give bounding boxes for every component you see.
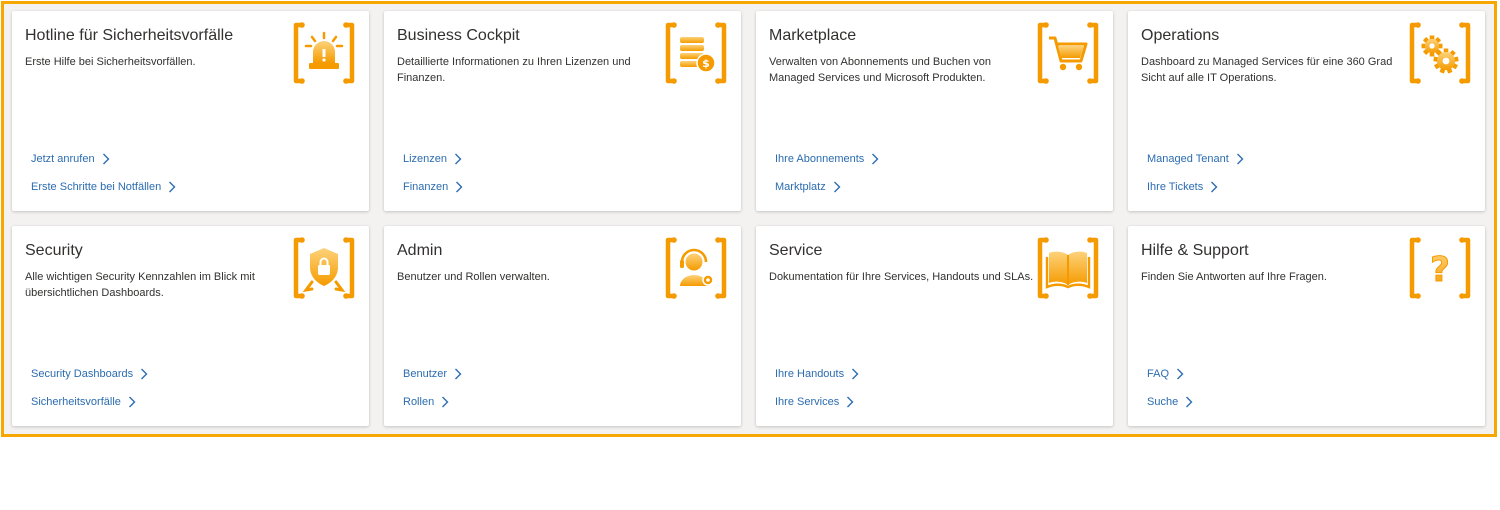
chevron-right-icon [140,368,148,380]
card-link[interactable]: Sicherheitsvorfälle [31,392,148,412]
shopping-cart-icon [1036,21,1100,85]
card-links: Security Dashboards Sicherheitsvorfälle [31,364,148,420]
chevron-right-icon [1185,396,1193,408]
card-link[interactable]: Jetzt anrufen [31,149,176,169]
card-title: Security [25,242,83,259]
card-link-label: Ihre Services [775,396,840,408]
svg-text:$: $ [702,57,710,70]
card-grid: Hotline für Sicherheitsvorfälle Erste Hil… [12,11,1485,426]
card-description: Detaillierte Informationen zu Ihren Lize… [397,56,631,84]
card-link[interactable]: Rollen [403,392,462,412]
chevron-right-icon [833,181,841,193]
card-title: Marketplace [769,27,857,44]
chevron-right-icon [1176,368,1184,380]
card-link[interactable]: Managed Tenant [1147,149,1244,169]
card-description: Verwalten von Abonnements und Buchen von… [769,56,991,84]
card-link-label: Lizenzen [403,153,448,165]
chevron-right-icon [454,153,462,165]
card-description: Dashboard zu Managed Services für eine 3… [1141,56,1393,84]
chevron-right-icon [168,181,176,193]
shield-lock-icon [292,236,356,300]
card-links: Ihre Abonnements Marktplatz [775,149,879,205]
open-book-icon [1036,236,1100,300]
card-hotline-für-sicherheitsvorfälle: Hotline für Sicherheitsvorfälle Erste Hil… [12,11,369,211]
card-operations: Operations Dashboard zu Managed Services … [1128,11,1485,211]
card-title: Admin [397,242,443,259]
question-mark-icon: ? [1408,236,1472,300]
chevron-right-icon [455,181,463,193]
card-link[interactable]: FAQ [1147,364,1193,384]
chevron-right-icon [1236,153,1244,165]
card-link[interactable]: Ihre Handouts [775,364,859,384]
coins-icon: $ [664,21,728,85]
chevron-right-icon [851,368,859,380]
card-link-label: Ihre Abonnements [775,153,865,165]
svg-text:?: ? [1430,250,1450,290]
dashboard-frame: Hotline für Sicherheitsvorfälle Erste Hil… [1,1,1497,437]
card-link-label: Ihre Tickets [1147,181,1204,193]
card-title: Hilfe & Support [1141,242,1249,259]
alarm-siren-icon [292,21,356,85]
card-description: Erste Hilfe bei Sicherheitsvorfällen. [25,56,196,68]
card-link-label: FAQ [1147,368,1170,380]
card-title: Service [769,242,823,259]
chevron-right-icon [441,396,449,408]
card-link[interactable]: Lizenzen [403,149,463,169]
chevron-right-icon [846,396,854,408]
card-title: Operations [1141,27,1220,44]
card-link-label: Jetzt anrufen [31,153,95,165]
card-link-label: Ihre Handouts [775,368,845,380]
card-link[interactable]: Benutzer [403,364,462,384]
chevron-right-icon [128,396,136,408]
gears-icon [1408,21,1472,85]
card-description: Benutzer und Rollen verwalten. [397,271,550,283]
card-service: Service Dokumentation für Ihre Services, … [756,226,1113,426]
card-business-cockpit: Business Cockpit Detaillierte Information… [384,11,741,211]
chevron-right-icon [1210,181,1218,193]
card-links: Jetzt anrufen Erste Schritte bei Notfälle… [31,149,176,205]
card-admin: Admin Benutzer und Rollen verwalten. Benu… [384,226,741,426]
card-link[interactable]: Ihre Services [775,392,859,412]
card-links: FAQ Suche [1147,364,1193,420]
card-link-label: Sicherheitsvorfälle [31,396,121,408]
card-link[interactable]: Ihre Tickets [1147,177,1244,197]
card-title: Business Cockpit [397,27,520,44]
card-link-label: Erste Schritte bei Notfällen [31,181,162,193]
card-link[interactable]: Security Dashboards [31,364,148,384]
card-link-label: Marktplatz [775,181,826,193]
card-description: Finden Sie Antworten auf Ihre Fragen. [1141,271,1327,283]
card-link[interactable]: Marktplatz [775,177,879,197]
card-link-label: Security Dashboards [31,368,134,380]
card-link[interactable]: Erste Schritte bei Notfällen [31,177,176,197]
card-links: Lizenzen Finanzen [403,149,463,205]
chevron-right-icon [102,153,110,165]
card-description: Alle wichtigen Security Kennzahlen im Bl… [25,271,255,299]
card-link-label: Benutzer [403,368,448,380]
user-headset-icon [664,236,728,300]
card-link-label: Rollen [403,396,435,408]
card-link-label: Suche [1147,396,1179,408]
chevron-right-icon [871,153,879,165]
card-link[interactable]: Ihre Abonnements [775,149,879,169]
card-description: Dokumentation für Ihre Services, Handout… [769,271,1034,283]
card-links: Managed Tenant Ihre Tickets [1147,149,1244,205]
card-marketplace: Marketplace Verwalten von Abonnements und… [756,11,1113,211]
card-title: Hotline für Sicherheitsvorfälle [25,27,234,44]
card-link[interactable]: Suche [1147,392,1193,412]
card-link-label: Finanzen [403,181,449,193]
card-hilfe-support: Hilfe & Support Finden Sie Antworten auf … [1128,226,1485,426]
chevron-right-icon [454,368,462,380]
card-security: Security Alle wichtigen Security Kennzahl… [12,226,369,426]
card-link[interactable]: Finanzen [403,177,463,197]
card-link-label: Managed Tenant [1147,153,1229,165]
card-links: Benutzer Rollen [403,364,462,420]
card-links: Ihre Handouts Ihre Services [775,364,859,420]
